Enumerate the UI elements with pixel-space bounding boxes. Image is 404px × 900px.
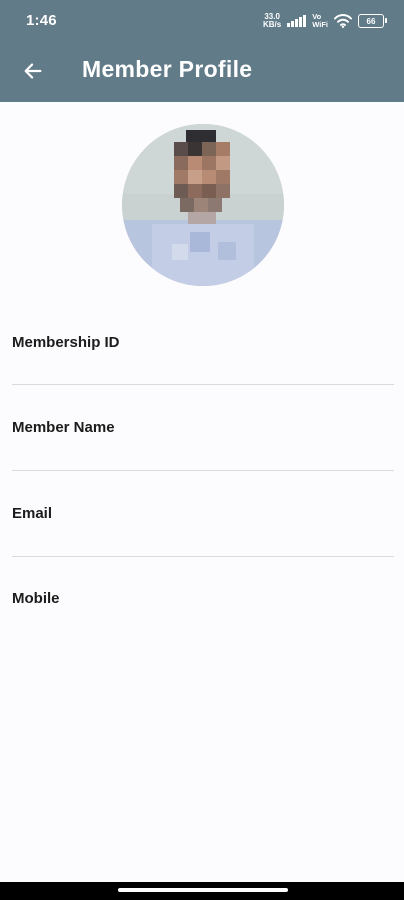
vowifi-bottom: WiFi [312, 20, 328, 29]
page-title: Member Profile [82, 56, 253, 82]
field-email: Email [12, 505, 394, 546]
field-label: Mobile [12, 590, 60, 607]
status-bar: 1:46 33.0 KB/s Vo WiFi 66 [0, 0, 404, 40]
wifi-icon [334, 14, 352, 28]
app-bar: Member Profile [0, 40, 404, 102]
vowifi-label: Vo WiFi [312, 13, 328, 29]
home-indicator[interactable] [118, 888, 288, 892]
field-value [12, 359, 394, 375]
signal-icon [287, 15, 307, 27]
net-speed-unit: KB/s [263, 20, 282, 29]
field-mobile: Mobile [12, 590, 394, 631]
arrow-left-icon [24, 63, 42, 79]
divider [12, 384, 394, 385]
status-time: 1:46 [26, 12, 57, 29]
top-bar: 1:46 33.0 KB/s Vo WiFi 66 Member Profile [0, 0, 404, 102]
avatar-photo [122, 124, 284, 286]
field-label: Email [12, 505, 53, 522]
net-speed: 33.0 KB/s [263, 13, 281, 29]
back-button[interactable] [18, 56, 48, 86]
field-member-name: Member Name [12, 419, 394, 460]
field-membership-id: Membership ID [12, 334, 394, 375]
field-label: Membership ID [12, 334, 120, 351]
avatar[interactable] [122, 124, 284, 286]
divider [12, 556, 394, 557]
battery-level: 66 [366, 16, 376, 26]
divider [12, 470, 394, 471]
field-value [12, 615, 394, 631]
field-value [12, 530, 394, 546]
field-value [12, 444, 394, 460]
field-label: Member Name [12, 419, 115, 436]
status-icons: 33.0 KB/s Vo WiFi 66 [263, 10, 387, 32]
system-nav-bar [0, 882, 404, 900]
battery-icon: 66 [358, 14, 387, 28]
